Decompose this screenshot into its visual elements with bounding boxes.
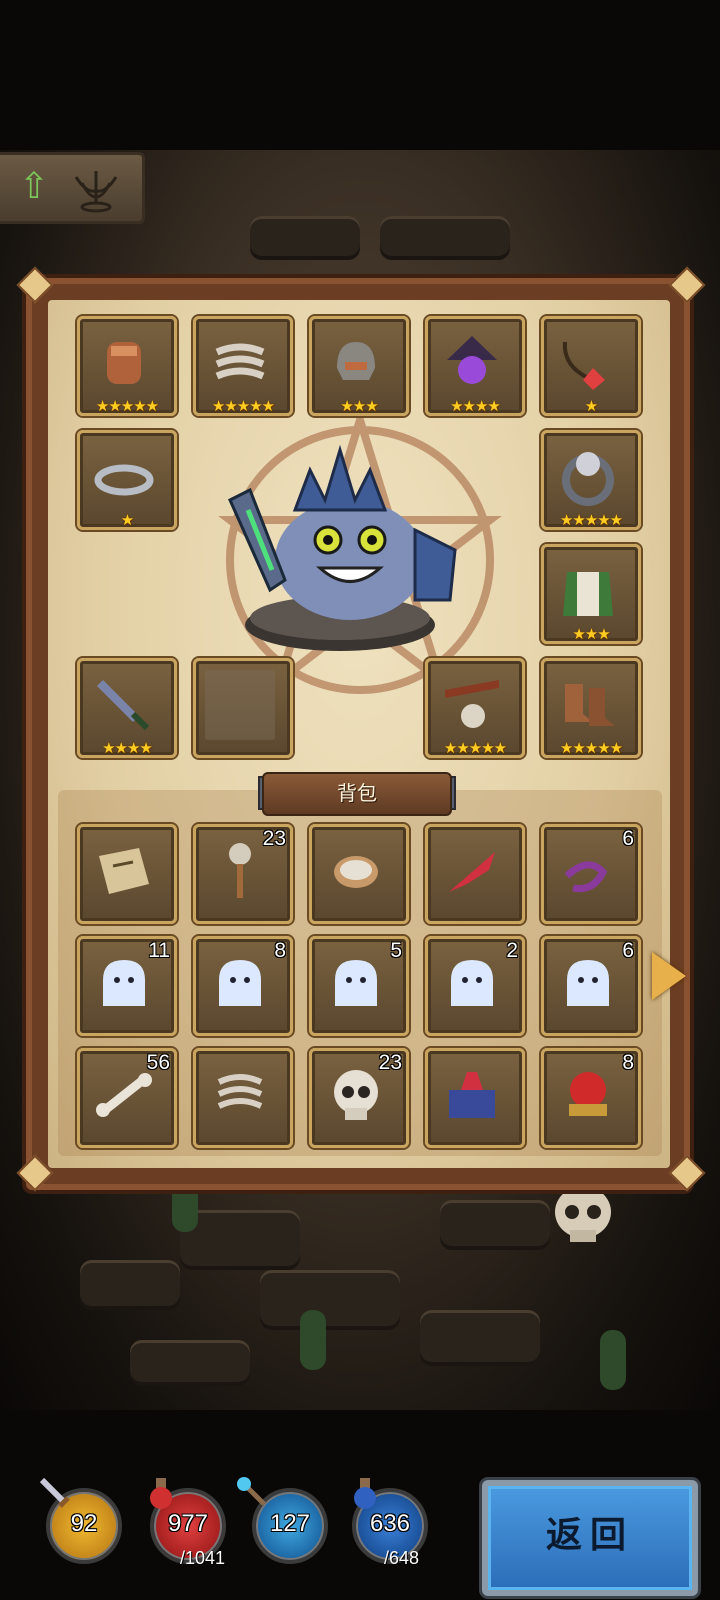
wand-icon bbox=[237, 1477, 266, 1506]
item-count: 8 bbox=[274, 939, 286, 962]
cloak-icon bbox=[563, 572, 613, 616]
red-potion-icon bbox=[150, 1478, 172, 1509]
empty-slot-icon bbox=[205, 670, 275, 740]
star-rating: ★★★★ bbox=[450, 397, 501, 415]
top-panel: ⇧ bbox=[0, 152, 145, 224]
item-count: 2 bbox=[506, 939, 518, 962]
equip-slot-belt[interactable]: ★★★★★ bbox=[425, 658, 525, 758]
star-rating: ★★★ bbox=[340, 397, 378, 415]
star-rating: ★★★★ bbox=[102, 739, 153, 757]
dagger-icon bbox=[97, 680, 150, 731]
equip-slot-necklace[interactable]: ★ bbox=[541, 316, 641, 416]
hp-value: 977 bbox=[167, 1510, 209, 1537]
equip-slot-lantern[interactable]: ★★★★ bbox=[425, 316, 525, 416]
skull-decoration-icon bbox=[555, 1186, 611, 1242]
sword-icon bbox=[39, 1477, 70, 1508]
boots-icon bbox=[565, 684, 615, 726]
hp-max: /1041 bbox=[180, 1548, 226, 1568]
candelabra-icon[interactable] bbox=[66, 163, 126, 213]
star-rating: ★★★★★ bbox=[443, 739, 507, 757]
cactus bbox=[300, 1310, 326, 1370]
inventory-slot[interactable]: 8 bbox=[541, 1048, 641, 1148]
star-rating: ★★★★★ bbox=[559, 739, 623, 757]
inventory-slot[interactable]: 23 bbox=[193, 824, 293, 924]
rock bbox=[420, 1310, 540, 1366]
inventory-slot[interactable] bbox=[77, 824, 177, 924]
inventory-slot[interactable]: 6 bbox=[541, 824, 641, 924]
inventory-slot[interactable] bbox=[309, 824, 409, 924]
star-rating: ★ bbox=[584, 397, 598, 415]
inventory-slot[interactable] bbox=[425, 1048, 525, 1148]
equip-slot-ring[interactable]: ★ bbox=[77, 430, 177, 530]
slime-hero-icon bbox=[228, 444, 457, 651]
bone-armor-icon bbox=[215, 343, 265, 380]
inventory-slot[interactable] bbox=[425, 824, 525, 924]
bag-title: 背包 bbox=[262, 772, 452, 816]
ghost-icon bbox=[567, 960, 609, 1006]
equip-slot-cloak[interactable]: ★★★ bbox=[541, 544, 641, 644]
equip-slot-empty[interactable] bbox=[193, 658, 293, 758]
ghost-icon bbox=[219, 960, 261, 1006]
mp-value: 636 bbox=[369, 1510, 411, 1537]
compass-icon bbox=[334, 856, 378, 888]
star-rating: ★★★★★ bbox=[95, 397, 159, 415]
equip-slot-boots[interactable]: ★★★★★ bbox=[541, 658, 641, 758]
necklace-icon bbox=[562, 341, 605, 390]
rock bbox=[80, 1260, 180, 1310]
star-rating: ★★★★★ bbox=[559, 511, 623, 529]
star-rating: ★ bbox=[120, 511, 134, 529]
item-count: 23 bbox=[262, 827, 286, 850]
treasure-box-icon bbox=[449, 1072, 495, 1118]
equip-slot-bone-armor[interactable]: ★★★★★ bbox=[193, 316, 293, 416]
star-rating: ★★★★★ bbox=[211, 397, 275, 415]
item-count: 23 bbox=[378, 1051, 402, 1074]
back-button[interactable]: 返回 bbox=[482, 1480, 698, 1596]
skull-belt-icon bbox=[445, 680, 499, 728]
up-arrow-icon[interactable]: ⇧ bbox=[16, 167, 52, 207]
red-feather-icon bbox=[449, 852, 495, 892]
dark-lantern-icon bbox=[447, 336, 497, 384]
star-rating: ★★★ bbox=[572, 625, 610, 643]
next-page-arrow-icon[interactable] bbox=[652, 952, 686, 1000]
ribcage-icon bbox=[217, 1074, 263, 1109]
gauntlet-icon bbox=[107, 342, 141, 384]
rock bbox=[130, 1340, 250, 1386]
inventory-slot[interactable] bbox=[193, 1048, 293, 1148]
item-count: 6 bbox=[622, 939, 634, 962]
equip-slot-weapon[interactable]: ★★★★ bbox=[77, 658, 177, 758]
inventory-slot[interactable]: 6 bbox=[541, 936, 641, 1036]
defense-value: 127 bbox=[269, 1510, 311, 1537]
inventory-slot[interactable]: 2 bbox=[425, 936, 525, 1036]
inventory-slot[interactable]: 23 bbox=[309, 1048, 409, 1148]
rock bbox=[260, 1270, 400, 1330]
equip-slot-skull-ring[interactable]: ★★★★★ bbox=[541, 430, 641, 530]
rock bbox=[440, 1200, 550, 1250]
red-potion-jar-icon bbox=[569, 1072, 607, 1116]
inventory-slot[interactable]: 56 bbox=[77, 1048, 177, 1148]
item-count: 5 bbox=[390, 939, 402, 962]
equip-slot-gauntlet[interactable]: ★★★★★ bbox=[77, 316, 177, 416]
bone-helmet-icon bbox=[337, 342, 375, 380]
ghost-icon bbox=[451, 960, 493, 1006]
ring-icon bbox=[94, 464, 154, 496]
rock bbox=[180, 1210, 300, 1270]
map-scroll-icon bbox=[99, 848, 149, 894]
item-count: 11 bbox=[148, 939, 170, 962]
skull-ring-icon bbox=[562, 452, 614, 506]
inventory-slot[interactable]: 8 bbox=[193, 936, 293, 1036]
rock bbox=[380, 216, 510, 260]
attack-value: 92 bbox=[70, 1510, 98, 1537]
item-count: 56 bbox=[146, 1051, 170, 1074]
inventory-slot[interactable]: 11 bbox=[77, 936, 177, 1036]
mp-max: /648 bbox=[384, 1548, 420, 1568]
cactus bbox=[600, 1330, 626, 1390]
inventory-slot[interactable]: 5 bbox=[309, 936, 409, 1036]
ghost-icon bbox=[335, 960, 377, 1006]
item-count: 8 bbox=[622, 1051, 634, 1074]
rock bbox=[250, 216, 360, 260]
blue-potion-icon bbox=[354, 1478, 376, 1509]
equip-slot-helmet[interactable]: ★★★ bbox=[309, 316, 409, 416]
purple-rope-icon bbox=[564, 861, 608, 893]
item-count: 6 bbox=[622, 827, 634, 850]
